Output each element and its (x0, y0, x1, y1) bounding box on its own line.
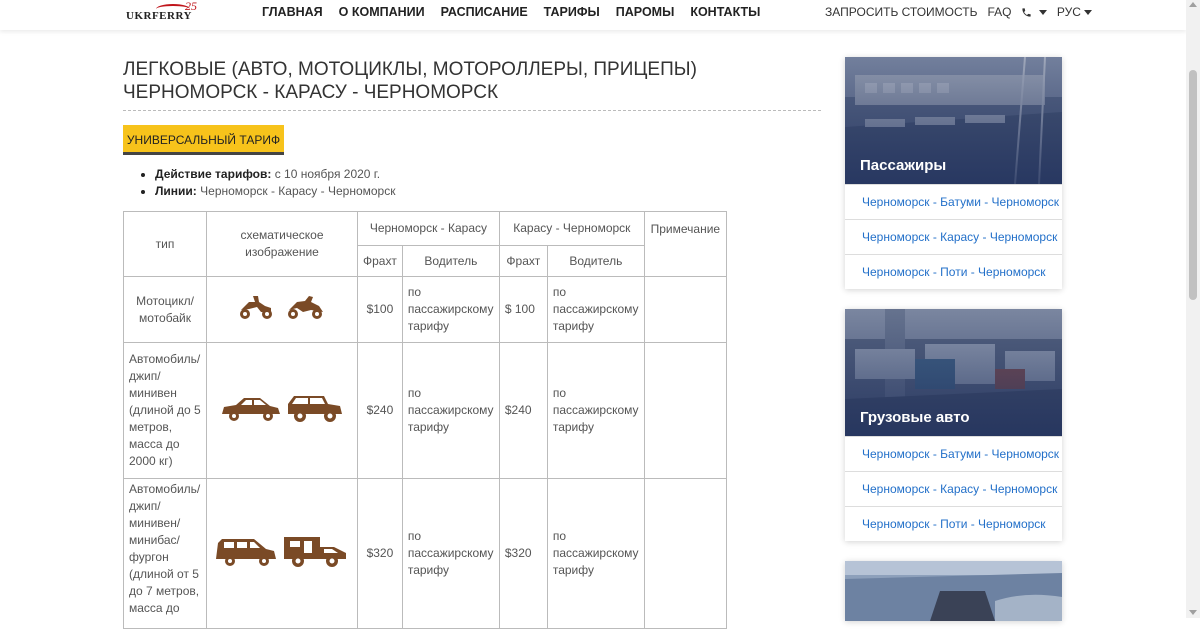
header-dir2: Карасу - Черноморск (498, 211, 645, 246)
minivan-icon (216, 537, 346, 567)
sidebar-card-trucks: Грузовые авто Черноморск - Батуми - Черн… (845, 309, 1062, 541)
phone-icon (1022, 8, 1032, 17)
header-type: тип (123, 211, 207, 277)
nav-tariffs[interactable]: ТАРИФЫ (544, 5, 600, 19)
row-freight-2: $ 100 (498, 276, 548, 343)
row-scheme (206, 342, 358, 479)
language-dropdown[interactable]: РУС (1057, 5, 1092, 19)
row-freight-1: $100 (357, 276, 403, 343)
scrollbar-thumb[interactable] (1189, 70, 1197, 300)
header-driver-1: Водитель (401, 245, 500, 277)
trucks-image: Грузовые авто (845, 309, 1062, 436)
title-line-2: ЧЕРНОМОРСК - КАРАСУ - ЧЕРНОМОРСК (123, 82, 499, 103)
info-validity: Действие тарифов: с 10 ноября 2020 г. (155, 166, 395, 183)
title-line-1: ЛЕГКОВЫЕ (АВТО, МОТОЦИКЛЫ, МОТОРОЛЛЕРЫ, … (123, 59, 697, 80)
row-type: Автомобиль/ джип/ минивен (длиной до 5 м… (123, 342, 207, 479)
table-row: Мотоцикл/ мотобайк $100 по пассажирскому… (123, 276, 727, 343)
tariff-table: тип схематическое изображение Черноморск… (123, 211, 727, 629)
scrollbar[interactable] (1186, 0, 1200, 618)
row-type: Мотоцикл/ мотобайк (123, 276, 207, 343)
divider (123, 110, 821, 111)
main-nav: ГЛАВНАЯ О КОМПАНИИ РАСПИСАНИЕ ТАРИФЫ ПАР… (262, 5, 776, 19)
table-row: Автомобиль/ джип/ минивен (длиной до 5 м… (123, 342, 727, 479)
scroll-up-arrow[interactable] (1189, 2, 1197, 7)
page-title: ЛЕГКОВЫЕ (АВТО, МОТОЦИКЛЫ, МОТОРОЛЛЕРЫ, … (123, 58, 823, 104)
passengers-link-batumi[interactable]: Черноморск - Батуми - Черноморск (845, 184, 1062, 219)
row-note (643, 342, 727, 479)
row-driver-2: по пассажирскому тарифу (546, 478, 645, 629)
logo[interactable]: UKRFERRY 25 (126, 0, 206, 28)
sidebar-card-third (845, 561, 1062, 621)
info-validity-value: с 10 ноября 2020 г. (274, 167, 381, 181)
table-row: Автомобиль/ джип/ минивен/ минибас/ фург… (123, 478, 727, 629)
header-freight-1: Фрахт (357, 245, 403, 277)
trucks-caption: Грузовые авто (860, 409, 970, 426)
passengers-caption: Пассажиры (860, 157, 947, 174)
motorcycle-icon (240, 296, 323, 319)
row-driver-1: по пассажирскому тарифу (401, 342, 500, 479)
info-lines-label: Линии: (155, 184, 197, 198)
logo-text: UKRFERRY (126, 10, 192, 22)
nav-about[interactable]: О КОМПАНИИ (339, 5, 425, 19)
row-freight-1: $240 (357, 342, 403, 479)
row-note (643, 478, 727, 629)
chevron-down-icon (1083, 10, 1092, 16)
row-freight-1: $320 (357, 478, 403, 629)
trucks-link-karasu[interactable]: Черноморск - Карасу - Черноморск (845, 471, 1062, 506)
row-driver-2: по пассажирскому тарифу (546, 276, 645, 343)
logo-number: 25 (185, 0, 197, 13)
row-freight-2: $240 (498, 342, 548, 479)
row-driver-1: по пассажирскому тарифу (401, 478, 500, 629)
sea-image (845, 561, 1062, 621)
row-type: Автомобиль/ джип/ минивен/ минибас/ фург… (123, 478, 207, 629)
header-note: Примечание (643, 211, 727, 277)
nav-home[interactable]: ГЛАВНАЯ (262, 5, 323, 19)
header-scheme: схематическое изображение (206, 211, 358, 277)
request-price-link[interactable]: ЗАПРОСИТЬ СТОИМОСТЬ (825, 5, 977, 19)
nav-contacts[interactable]: КОНТАКТЫ (690, 5, 760, 19)
language-label: РУС (1056, 5, 1081, 19)
row-scheme (206, 478, 358, 629)
row-freight-2: $320 (498, 478, 548, 629)
passengers-link-karasu[interactable]: Черноморск - Карасу - Черноморск (845, 219, 1062, 254)
info-lines: Линии: Черноморск - Карасу - Черноморск (155, 183, 395, 200)
row-driver-1: по пассажирскому тарифу (401, 276, 500, 343)
tariff-info: Действие тарифов: с 10 ноября 2020 г. Ли… (143, 166, 395, 200)
row-driver-2: по пассажирскому тарифу (546, 342, 645, 479)
faq-link[interactable]: FAQ (987, 5, 1011, 19)
row-scheme (206, 276, 358, 343)
info-lines-value: Черноморск - Карасу - Черноморск (200, 184, 396, 198)
scroll-down-arrow[interactable] (1189, 610, 1197, 615)
row-note (643, 276, 727, 343)
phone-dropdown[interactable] (1021, 5, 1047, 19)
trucks-link-poti[interactable]: Черноморск - Поти - Черноморск (845, 506, 1062, 541)
sidebar-card-passengers: Пассажиры Черноморск - Батуми - Черномор… (845, 57, 1062, 289)
passengers-link-poti[interactable]: Черноморск - Поти - Черноморск (845, 254, 1062, 289)
trucks-link-batumi[interactable]: Черноморск - Батуми - Черноморск (845, 436, 1062, 471)
header-freight-2: Фрахт (498, 245, 548, 277)
nav-schedule[interactable]: РАСПИСАНИЕ (441, 5, 528, 19)
nav-ferries[interactable]: ПАРОМЫ (616, 5, 675, 19)
header-right: ЗАПРОСИТЬ СТОИМОСТЬ FAQ РУС (825, 5, 1102, 19)
info-validity-label: Действие тарифов: (155, 167, 272, 181)
car-icon (222, 396, 342, 422)
passengers-image: Пассажиры (845, 57, 1062, 184)
site-header: UKRFERRY 25 ГЛАВНАЯ О КОМПАНИИ РАСПИСАНИ… (0, 0, 1186, 30)
header-dir1: Черноморск - Карасу (357, 211, 500, 246)
header-driver-2: Водитель (546, 245, 645, 277)
chevron-down-icon (1038, 10, 1047, 16)
universal-tariff-tab[interactable]: УНИВЕРСАЛЬНЫЙ ТАРИФ (123, 125, 284, 155)
